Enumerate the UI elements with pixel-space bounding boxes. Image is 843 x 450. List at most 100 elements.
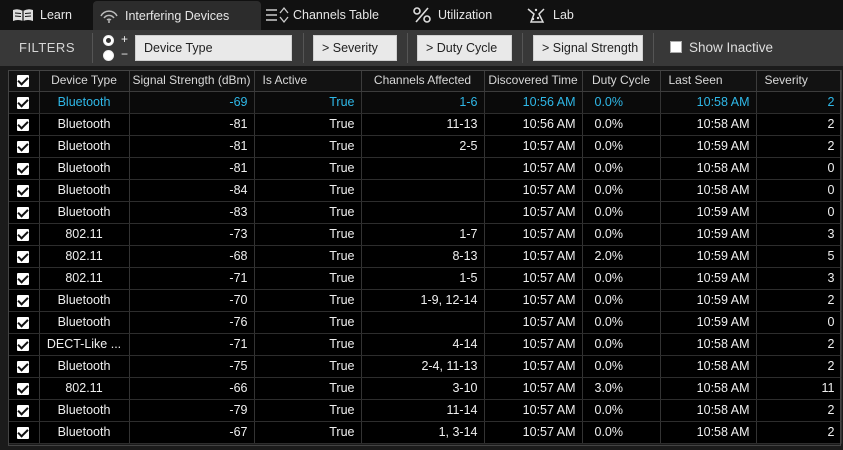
include-plus-label: + (121, 32, 129, 46)
row-checkbox[interactable] (17, 382, 30, 395)
row-checkbox[interactable] (17, 426, 30, 439)
exclude-radio[interactable] (103, 50, 114, 61)
table-row[interactable]: Bluetooth -83 True 10:57 AM 0.0% 10:59 AM 0 (8, 201, 842, 224)
show-inactive-checkbox[interactable] (670, 41, 682, 53)
table-row[interactable]: 802.11 -73 True 1-7 10:57 AM 0.0% 10:59 AM 3 (8, 223, 842, 246)
device-type-cell: Bluetooth (39, 421, 130, 444)
duty-cycle-filter-button[interactable]: > Duty Cycle (417, 35, 512, 61)
discovered-time-cell: 10:57 AM (484, 333, 583, 356)
column-header-is-active[interactable]: Is Active (254, 70, 362, 92)
row-checkbox[interactable] (17, 272, 30, 285)
row-checkbox-cell[interactable] (8, 91, 40, 114)
duty-cycle-cell: 0.0% (582, 289, 661, 312)
severity-cell: 0 (756, 157, 842, 180)
column-header-last-seen[interactable]: Last Seen (660, 70, 757, 92)
table-row[interactable]: 802.11 -68 True 8-13 10:57 AM 2.0% 10:59 AM 5 (8, 245, 842, 268)
table-row[interactable]: Bluetooth -69 True 1-6 10:56 AM 0.0% 10:58 AM 2 (8, 91, 842, 114)
row-checkbox-cell[interactable] (8, 113, 40, 136)
table-row[interactable]: 802.11 -71 True 1-5 10:57 AM 0.0% 10:59 AM 3 (8, 267, 842, 290)
row-checkbox-cell[interactable] (8, 179, 40, 202)
is-active-cell: True (254, 91, 362, 114)
row-checkbox-cell[interactable] (8, 201, 40, 224)
filter-divider (522, 33, 523, 63)
row-checkbox-cell[interactable] (8, 377, 40, 400)
channels-affected-cell (361, 157, 485, 180)
signal-strength-filter-button[interactable]: > Signal Strength (533, 35, 643, 61)
row-checkbox-cell[interactable] (8, 355, 40, 378)
lab-flask-icon (525, 6, 547, 24)
column-header-device-type[interactable]: Device Type (39, 70, 130, 92)
row-checkbox[interactable] (17, 250, 30, 263)
severity-filter-button[interactable]: > Severity (313, 35, 397, 61)
select-all-checkbox-cell[interactable] (8, 70, 40, 92)
row-checkbox-cell[interactable] (8, 223, 40, 246)
signal-strength-cell: -73 (129, 223, 255, 246)
device-type-cell: Bluetooth (39, 399, 130, 422)
discovered-time-cell: 10:57 AM (484, 157, 583, 180)
discovered-time-cell: 10:57 AM (484, 245, 583, 268)
tab-utilization[interactable]: Utilization (412, 2, 492, 28)
row-checkbox[interactable] (17, 162, 30, 175)
device-type-cell: Bluetooth (39, 289, 130, 312)
device-type-cell: Bluetooth (39, 179, 130, 202)
row-checkbox[interactable] (17, 228, 30, 241)
table-row[interactable]: DECT-Like ... -71 True 4-14 10:57 AM 0.0% 10:5… (8, 333, 842, 356)
row-checkbox-cell[interactable] (8, 311, 40, 334)
discovered-time-cell: 10:57 AM (484, 355, 583, 378)
row-checkbox-cell[interactable] (8, 157, 40, 180)
row-checkbox-cell[interactable] (8, 289, 40, 312)
row-checkbox[interactable] (17, 96, 30, 109)
discovered-time-cell: 10:56 AM (484, 113, 583, 136)
table-row[interactable]: Bluetooth -81 True 10:57 AM 0.0% 10:58 AM 0 (8, 157, 842, 180)
row-checkbox[interactable] (17, 338, 30, 351)
tab-channels-table[interactable]: Channels Table (265, 2, 379, 28)
row-checkbox-cell[interactable] (8, 267, 40, 290)
tab-interfering-devices[interactable]: Interfering Devices (93, 1, 261, 30)
row-checkbox[interactable] (17, 360, 30, 373)
table-row[interactable]: Bluetooth -81 True 2-5 10:57 AM 0.0% 10:59 AM 2 (8, 135, 842, 158)
device-type-cell: Bluetooth (39, 355, 130, 378)
signal-strength-cell: -75 (129, 355, 255, 378)
signal-strength-cell: -70 (129, 289, 255, 312)
tab-learn[interactable]: Learn (12, 2, 72, 28)
tab-utilization-label: Utilization (438, 8, 493, 22)
row-checkbox-cell[interactable] (8, 135, 40, 158)
column-header-severity[interactable]: Severity (756, 70, 842, 92)
row-checkbox-cell[interactable] (8, 245, 40, 268)
row-checkbox[interactable] (17, 294, 30, 307)
select-all-checkbox[interactable] (17, 75, 30, 88)
table-row[interactable]: Bluetooth -67 True 1, 3-14 10:57 AM 0.0% 10:58… (8, 421, 842, 444)
row-checkbox-cell[interactable] (8, 399, 40, 422)
row-checkbox-cell[interactable] (8, 421, 40, 444)
row-checkbox[interactable] (17, 118, 30, 131)
table-row[interactable]: Bluetooth -75 True 2-4, 11-13 10:57 AM 0.0% 10… (8, 355, 842, 378)
row-checkbox[interactable] (17, 316, 30, 329)
tab-lab[interactable]: Lab (525, 2, 574, 28)
table-row[interactable]: 802.11 -66 True 3-10 10:57 AM 3.0% 10:58 AM 11 (8, 377, 842, 400)
table-row[interactable]: Bluetooth -70 True 1-9, 12-14 10:57 AM 0.0% 10… (8, 289, 842, 312)
row-checkbox[interactable] (17, 140, 30, 153)
column-header-discovered-time[interactable]: Discovered Time (484, 70, 583, 92)
severity-cell: 3 (756, 223, 842, 246)
severity-cell: 0 (756, 201, 842, 224)
tab-lab-label: Lab (553, 8, 574, 22)
discovered-time-cell: 10:57 AM (484, 135, 583, 158)
channels-affected-cell: 1-5 (361, 267, 485, 290)
column-header-duty-cycle[interactable]: Duty Cycle (582, 70, 661, 92)
column-header-signal-strength[interactable]: Signal Strength (dBm) (129, 70, 255, 92)
table-row[interactable]: Bluetooth -76 True 10:57 AM 0.0% 10:59 AM 0 (8, 311, 842, 334)
row-checkbox[interactable] (17, 184, 30, 197)
severity-cell: 0 (756, 311, 842, 334)
device-type-filter[interactable]: Device Type (135, 35, 292, 61)
table-row[interactable]: Bluetooth -81 True 11-13 10:56 AM 0.0% 10:58 A… (8, 113, 842, 136)
row-checkbox[interactable] (17, 404, 30, 417)
column-header-channels-affected[interactable]: Channels Affected (361, 70, 485, 92)
is-active-cell: True (254, 179, 362, 202)
book-icon (12, 8, 34, 22)
row-checkbox-cell[interactable] (8, 333, 40, 356)
table-row[interactable]: Bluetooth -79 True 11-14 10:57 AM 0.0% 10:58 A… (8, 399, 842, 422)
table-row[interactable]: Bluetooth -84 True 10:57 AM 0.0% 10:58 AM 0 (8, 179, 842, 202)
last-seen-cell: 10:59 AM (660, 289, 757, 312)
include-radio[interactable] (103, 35, 114, 46)
row-checkbox[interactable] (17, 206, 30, 219)
